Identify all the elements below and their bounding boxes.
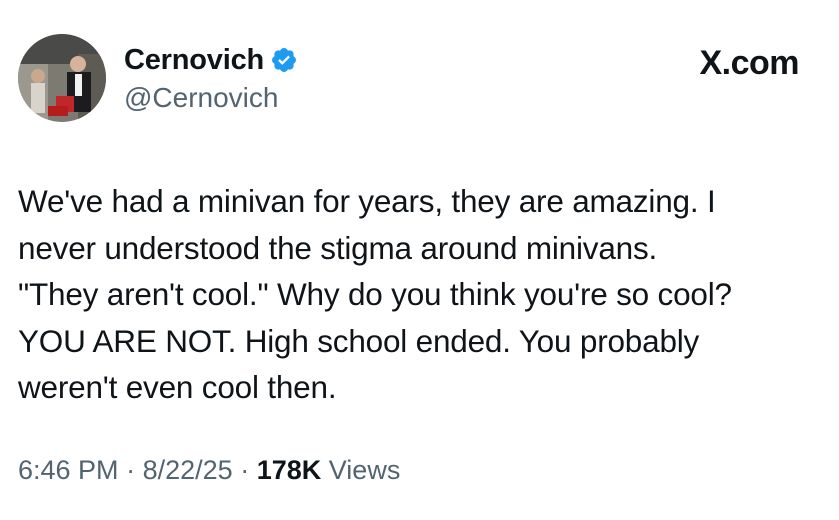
x-brand-logo: X.com (699, 44, 799, 82)
tweet-date[interactable]: 8/22/25 (143, 455, 233, 485)
tweet-meta: 6:46 PM · 8/22/25 · 178K Views (18, 455, 400, 486)
tweet-line: "They aren't cool." Why do you think you… (18, 276, 732, 312)
meta-separator: · (126, 455, 136, 485)
author-handle[interactable]: @Cernovich (124, 82, 278, 114)
author-name-row: Cernovich (124, 42, 298, 78)
avatar-photo (18, 34, 106, 122)
verified-badge-icon (270, 46, 298, 74)
tweet-body: We've had a minivan for years, they are … (18, 178, 818, 411)
meta-separator: · (240, 455, 250, 485)
views-count[interactable]: 178K (257, 455, 322, 485)
views-label: Views (328, 455, 401, 485)
tweet-line: YOU ARE NOT. High school ended. You prob… (18, 322, 700, 359)
tweet-line: never understood the stigma around miniv… (18, 229, 658, 266)
tweet-line: weren't even cool then. (18, 369, 337, 405)
tweet-line: We've had a minivan for years, they are … (18, 183, 716, 219)
author-display-name[interactable]: Cernovich (124, 44, 264, 77)
tweet-time[interactable]: 6:46 PM (18, 455, 119, 485)
avatar[interactable] (18, 34, 106, 122)
